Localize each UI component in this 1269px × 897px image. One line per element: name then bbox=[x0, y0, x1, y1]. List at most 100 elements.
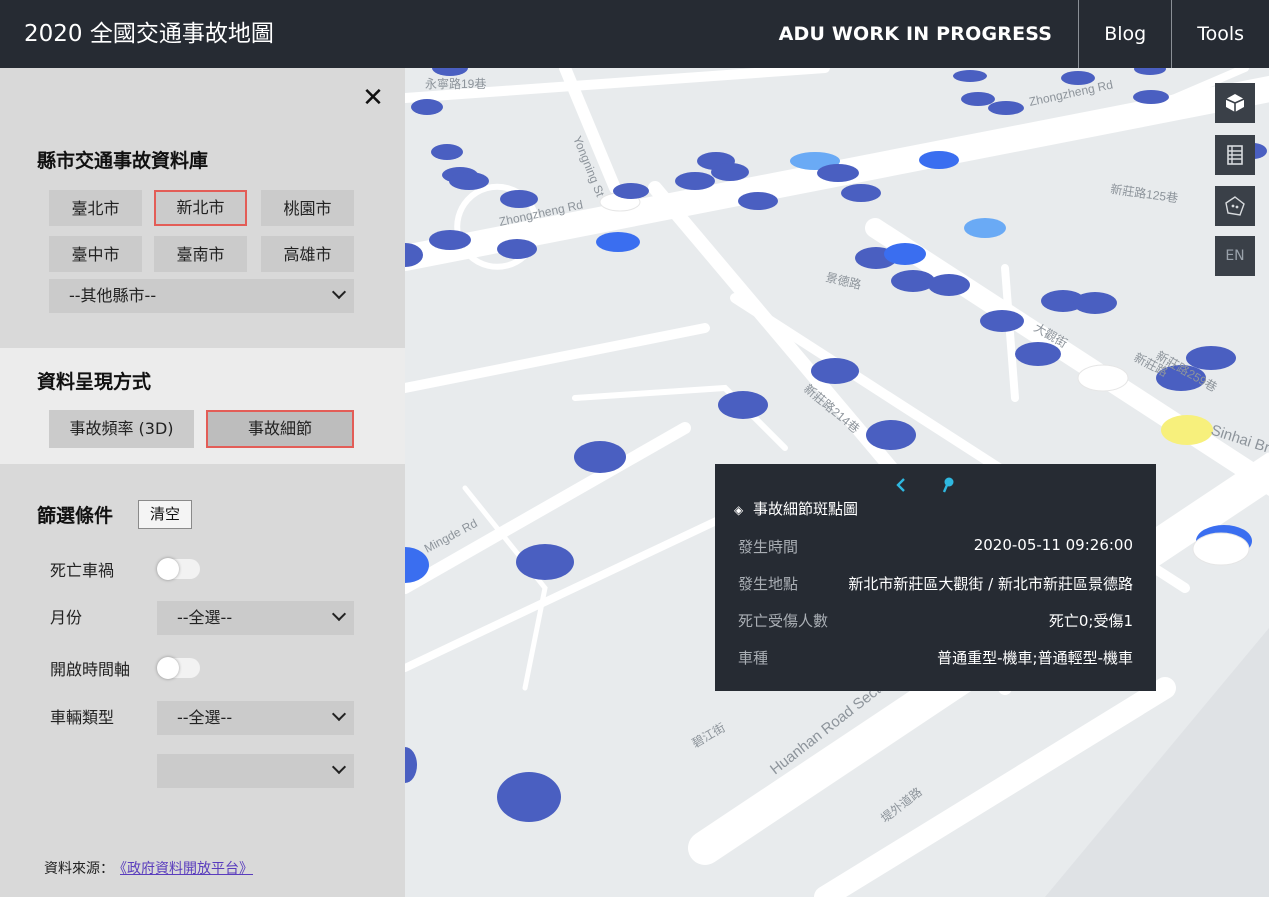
vehicle-type-label: 車輛類型 bbox=[50, 708, 115, 727]
chevron-left-icon[interactable] bbox=[895, 477, 907, 493]
accident-dot[interactable] bbox=[711, 163, 749, 181]
language-en-button[interactable]: EN bbox=[1215, 236, 1255, 276]
accident-dot[interactable] bbox=[574, 441, 626, 473]
filter-title: 篩選條件 bbox=[37, 505, 114, 527]
table-view-button[interactable] bbox=[1215, 135, 1255, 175]
popup-row-location: 發生地點 新北市新莊區大觀街 / 新北市新莊區景德路 bbox=[738, 573, 1133, 597]
accident-dot[interactable] bbox=[1077, 364, 1129, 392]
accident-dot[interactable] bbox=[613, 183, 649, 199]
cube-3d-icon bbox=[1225, 94, 1245, 112]
fatal-accident-toggle[interactable] bbox=[157, 558, 200, 580]
month-select[interactable]: --全選-- bbox=[157, 601, 354, 635]
accident-dot[interactable] bbox=[980, 310, 1024, 332]
accident-dot[interactable] bbox=[675, 172, 715, 190]
accident-dot[interactable] bbox=[964, 218, 1006, 238]
accident-detail-popup: ◈ 事故細節斑點圖 發生時間 2020-05-11 09:26:00 發生地點 新… bbox=[715, 464, 1156, 691]
accident-dot[interactable] bbox=[1161, 415, 1213, 445]
accident-dot[interactable] bbox=[432, 68, 468, 76]
site-name-link[interactable]: ADU WORK IN PROGRESS bbox=[753, 0, 1079, 68]
accident-dot[interactable] bbox=[1134, 68, 1166, 75]
clear-filter-button[interactable]: 清空 bbox=[138, 500, 192, 529]
timeline-label: 開啟時間軸 bbox=[50, 660, 131, 679]
mode-button-frequency-3d[interactable]: 事故頻率 (3D) bbox=[49, 410, 194, 448]
accident-dot[interactable] bbox=[449, 172, 489, 190]
chevron-down-icon bbox=[331, 759, 347, 775]
vehicle-type-select-value: --全選-- bbox=[177, 708, 233, 727]
mode-button-detail[interactable]: 事故細節 bbox=[206, 410, 354, 448]
accident-dot[interactable] bbox=[718, 391, 768, 419]
accident-dot[interactable] bbox=[497, 239, 537, 259]
data-source-label: 資料來源： bbox=[44, 861, 114, 877]
accident-dot[interactable] bbox=[841, 184, 881, 202]
road-label: 碧江街 bbox=[690, 720, 728, 750]
accident-dot[interactable] bbox=[953, 70, 987, 82]
accident-dot[interactable] bbox=[919, 151, 959, 169]
other-city-select[interactable]: --其他縣市-- bbox=[49, 279, 354, 313]
display-mode-section: 資料呈現方式 事故頻率 (3D) 事故細節 bbox=[0, 348, 405, 464]
data-source-link[interactable]: 《政府資料開放平台》 bbox=[120, 861, 253, 877]
road-label: 景德路 bbox=[824, 269, 862, 292]
nav-tools-link[interactable]: Tools bbox=[1171, 0, 1269, 68]
accident-dot[interactable] bbox=[516, 544, 574, 580]
timeline-toggle[interactable] bbox=[157, 657, 200, 679]
city-button-taichung[interactable]: 臺中市 bbox=[49, 236, 142, 272]
map-pin-icon[interactable] bbox=[941, 476, 955, 494]
toggle-knob bbox=[157, 657, 179, 679]
database-title: 縣市交通事故資料庫 bbox=[37, 150, 209, 172]
accident-dot[interactable] bbox=[1073, 292, 1117, 314]
city-button-tainan[interactable]: 臺南市 bbox=[154, 236, 247, 272]
other-city-select-value: --其他縣市-- bbox=[69, 286, 157, 305]
display-mode-title: 資料呈現方式 bbox=[37, 371, 152, 393]
nav-blog-link[interactable]: Blog bbox=[1078, 0, 1171, 68]
accident-dot[interactable] bbox=[891, 270, 935, 292]
popup-value: 死亡0;受傷1 bbox=[1048, 612, 1133, 630]
city-button-new-taipei[interactable]: 新北市 bbox=[154, 190, 247, 226]
popup-value: 普通重型-機車;普通輕型-機車 bbox=[937, 649, 1133, 667]
popup-row-vehicle: 車種 普通重型-機車;普通輕型-機車 bbox=[738, 647, 1133, 671]
layers-icon: ◈ bbox=[734, 503, 744, 517]
accident-dot[interactable] bbox=[429, 230, 471, 250]
popup-key: 發生時間 bbox=[738, 538, 799, 556]
accident-dot[interactable] bbox=[988, 101, 1024, 115]
popup-nav bbox=[715, 474, 1156, 496]
accident-dot[interactable] bbox=[811, 358, 859, 384]
accident-dot[interactable] bbox=[1192, 532, 1250, 566]
popup-key: 死亡受傷人數 bbox=[738, 612, 829, 630]
accident-dot[interactable] bbox=[884, 243, 926, 265]
popup-title: 事故細節斑點圖 bbox=[753, 500, 859, 518]
accident-dot[interactable] bbox=[1133, 90, 1169, 104]
accident-dot[interactable] bbox=[961, 92, 995, 106]
accident-dot[interactable] bbox=[405, 747, 417, 783]
polygon-select-button[interactable] bbox=[1215, 186, 1255, 226]
close-sidebar-icon[interactable]: ✕ bbox=[362, 85, 384, 111]
page-title: 2020 全國交通事故地圖 bbox=[24, 21, 274, 47]
map-canvas[interactable]: Zhongzheng Rd Zhongzheng Rd Yongning St 新莊路… bbox=[405, 68, 1269, 897]
header-nav: ADU WORK IN PROGRESS Blog Tools bbox=[753, 0, 1269, 68]
accident-dot[interactable] bbox=[500, 190, 538, 208]
popup-row-time: 發生時間 2020-05-11 09:26:00 bbox=[738, 536, 1133, 560]
city-button-kaohsiung[interactable]: 高雄市 bbox=[261, 236, 354, 272]
popup-key: 車種 bbox=[738, 649, 769, 667]
3d-view-button[interactable] bbox=[1215, 83, 1255, 123]
accident-dot[interactable] bbox=[596, 232, 640, 252]
accident-dot[interactable] bbox=[497, 772, 561, 822]
vehicle-type-select[interactable]: --全選-- bbox=[157, 701, 354, 735]
city-button-taoyuan[interactable]: 桃園市 bbox=[261, 190, 354, 226]
accident-dot[interactable] bbox=[866, 420, 916, 450]
chevron-down-icon bbox=[331, 284, 347, 300]
popup-title-row: ◈ 事故細節斑點圖 bbox=[734, 498, 858, 519]
accident-dot[interactable] bbox=[738, 192, 778, 210]
accident-dot[interactable] bbox=[817, 164, 859, 182]
table-icon bbox=[1227, 145, 1243, 165]
month-label: 月份 bbox=[50, 608, 83, 627]
database-section: ✕ 縣市交通事故資料庫 臺北市 新北市 桃園市 臺中市 臺南市 高雄市 --其他… bbox=[0, 68, 405, 348]
accident-dot[interactable] bbox=[411, 99, 443, 115]
road-label: 新莊路125巷 bbox=[1110, 181, 1179, 205]
accident-dot[interactable] bbox=[928, 274, 970, 296]
accident-dot[interactable] bbox=[431, 144, 463, 160]
popup-row-casualties: 死亡受傷人數 死亡0;受傷1 bbox=[738, 610, 1133, 634]
popup-key: 發生地點 bbox=[738, 575, 799, 593]
vehicle-subtype-select[interactable] bbox=[157, 754, 354, 788]
city-button-taipei[interactable]: 臺北市 bbox=[49, 190, 142, 226]
popup-value: 新北市新莊區大觀街 / 新北市新莊區景德路 bbox=[848, 575, 1133, 593]
